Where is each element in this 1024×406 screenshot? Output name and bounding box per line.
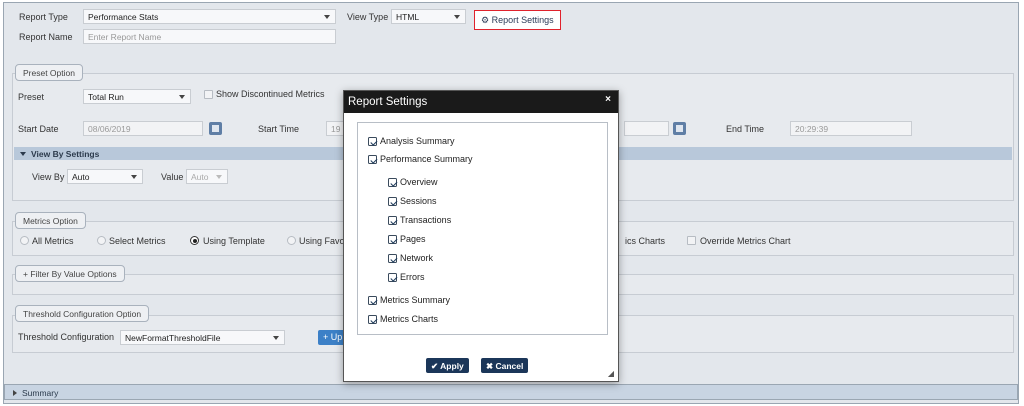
view-by-label: View By [32,172,65,182]
report-settings-button[interactable]: ⚙ Report Settings [474,10,561,30]
calendar-icon[interactable] [673,122,686,135]
performance-summary-label: Performance Summary [380,154,473,164]
cancel-button[interactable]: ✖ Cancel [481,358,529,373]
calendar-icon[interactable] [209,122,222,135]
pages-label: Pages [400,234,426,244]
threshold-config-value: NewFormatThresholdFile [125,333,221,343]
start-time-value: 19 [331,124,341,134]
analysis-summary-label: Analysis Summary [380,136,455,146]
end-time-label: End Time [726,124,765,134]
value-value: Auto [191,172,209,182]
radio-all-metrics[interactable] [20,236,29,245]
view-type-value: HTML [396,12,420,22]
start-time-label: Start Time [258,124,300,134]
metrics-charts-label: ics Charts [625,236,666,246]
summary-bar[interactable]: Summary [4,384,1018,400]
report-settings-label: Report Settings [491,15,554,25]
end-time-input[interactable]: 20:29:39 [790,121,912,136]
value-label: Value [161,172,184,182]
chevron-down-icon [454,15,460,19]
chevron-down-icon [216,175,222,179]
metrics-summary-label: Metrics Summary [380,295,451,305]
radio-using-template[interactable] [190,236,199,245]
radio-using-favorite[interactable] [287,236,296,245]
gears-icon: ⚙ [481,15,490,25]
report-settings-options: Analysis Summary Performance Summary Ove… [357,122,608,335]
checkbox-analysis-summary[interactable] [368,137,377,146]
end-time-value: 20:29:39 [795,124,829,134]
transactions-label: Transactions [400,215,452,225]
all-metrics-label: All Metrics [32,236,74,246]
resize-grip-icon[interactable]: ◢ [608,369,614,378]
threshold-config-label: Threshold Configuration [18,332,115,342]
preset-option-legend: Preset Option [15,64,83,81]
chevron-down-icon [324,15,330,19]
radio-select-metrics[interactable] [97,236,106,245]
report-settings-dialog: Report Settings × Analysis Summary Perfo… [343,90,619,382]
dialog-header: Report Settings × [344,91,618,113]
network-label: Network [400,253,434,263]
view-type-select[interactable]: HTML [391,9,466,24]
errors-label: Errors [400,272,425,282]
select-metrics-label: Select Metrics [109,236,166,246]
threshold-config-legend: Threshold Configuration Option [15,305,150,322]
checkbox-errors[interactable] [388,273,397,282]
report-type-label: Report Type [19,12,68,22]
threshold-config-select[interactable]: NewFormatThresholdFile [120,330,285,345]
chevron-down-icon [273,336,279,340]
override-metrics-chart-label: Override Metrics Chart [700,236,791,246]
report-type-value: Performance Stats [88,12,159,22]
summary-label: Summary [22,388,59,398]
checkbox-sessions[interactable] [388,197,397,206]
view-by-select[interactable]: Auto [67,169,143,184]
report-name-input[interactable]: Enter Report Name [83,29,336,44]
sessions-label: Sessions [400,196,437,206]
filter-by-value-legend[interactable]: + Filter By Value Options [15,265,125,282]
report-type-select[interactable]: Performance Stats [83,9,336,24]
metrics-option-legend: Metrics Option [15,212,86,229]
overview-label: Overview [400,177,438,187]
checkbox-metrics-charts[interactable] [368,315,377,324]
checkbox-metrics-summary[interactable] [368,296,377,305]
start-date-input[interactable]: 08/06/2019 [83,121,203,136]
view-by-settings-label: View By Settings [31,149,100,159]
view-type-label: View Type [347,12,389,22]
preset-label: Preset [18,92,45,102]
start-date-value: 08/06/2019 [88,124,131,134]
report-name-placeholder: Enter Report Name [88,32,162,42]
show-discontinued-label: Show Discontinued Metrics [216,89,325,99]
using-favorite-label: Using Favo [299,236,345,246]
override-metrics-chart-checkbox[interactable] [687,236,696,245]
close-icon[interactable]: × [605,94,611,105]
report-name-label: Report Name [19,32,73,42]
chevron-down-icon [20,152,26,156]
value-select[interactable]: Auto [186,169,228,184]
checkbox-network[interactable] [388,254,397,263]
view-by-value: Auto [72,172,90,182]
chevron-down-icon [131,175,137,179]
checkbox-transactions[interactable] [388,216,397,225]
checkbox-pages[interactable] [388,235,397,244]
start-date-label: Start Date [18,124,59,134]
end-date-input[interactable] [624,121,669,136]
using-template-label: Using Template [203,236,265,246]
preset-select[interactable]: Total Run [83,89,191,104]
preset-value: Total Run [88,92,124,102]
checkbox-performance-summary[interactable] [368,155,377,164]
chevron-down-icon [179,95,185,99]
metrics-charts-label: Metrics Charts [380,314,439,324]
upload-button-label: + Up [323,332,343,342]
apply-button[interactable]: ✔ Apply [426,358,469,373]
dialog-title: Report Settings [348,96,428,108]
checkbox-overview[interactable] [388,178,397,187]
chevron-right-icon [13,390,17,396]
show-discontinued-checkbox[interactable] [204,90,213,99]
